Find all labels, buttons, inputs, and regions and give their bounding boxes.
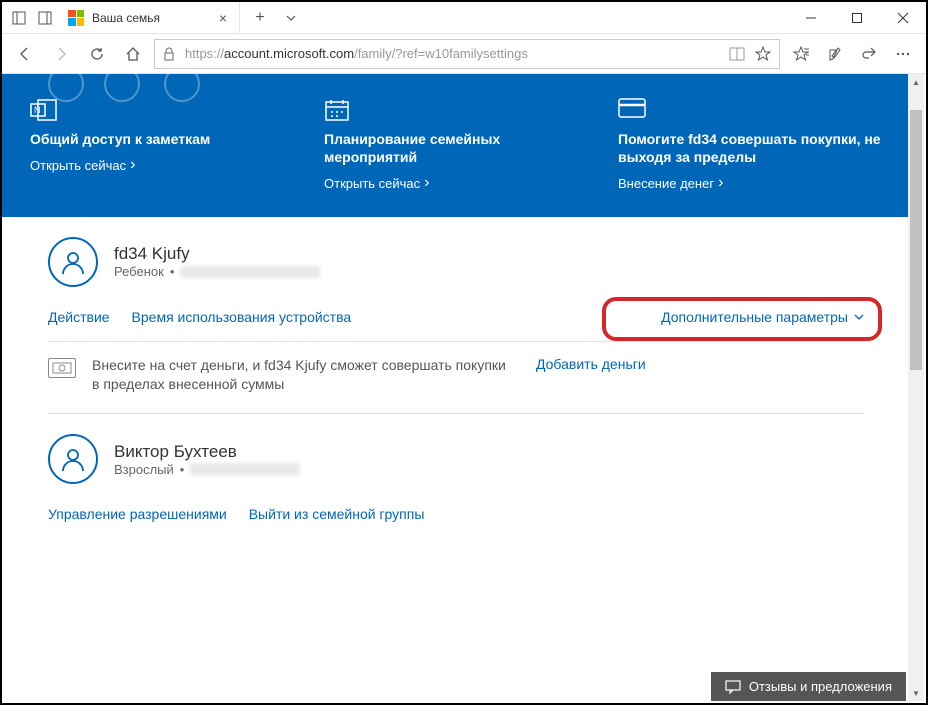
credit-card-icon	[618, 98, 646, 122]
mini-avatar	[48, 66, 84, 102]
refresh-button[interactable]	[82, 39, 112, 69]
favorites-hub-icon[interactable]	[786, 39, 816, 69]
window-titlebar: Ваша семья × +	[2, 2, 926, 34]
svg-text:N: N	[34, 105, 41, 115]
lock-icon	[163, 47, 177, 61]
family-members: fd34 Kjufy Ребенок• Действие Время испол…	[2, 217, 910, 540]
maximize-button[interactable]	[834, 2, 880, 34]
chat-icon	[725, 680, 741, 694]
hero-card-title: Планирование семейных мероприятий	[324, 130, 588, 166]
screen-time-link[interactable]: Время использования устройства	[132, 309, 352, 325]
browser-tab[interactable]: Ваша семья ×	[60, 2, 240, 34]
balance-row: Внесите на счет деньги, и fd34 Kjufy смо…	[48, 341, 864, 395]
toolbar-right	[786, 39, 918, 69]
reading-view-icon[interactable]	[729, 47, 745, 61]
minimize-button[interactable]	[788, 2, 834, 34]
avatar	[48, 237, 98, 287]
tab-aside-right-icon[interactable]	[34, 7, 56, 29]
vertical-scrollbar[interactable]: ▲ ▼	[908, 74, 924, 701]
member-role: Взрослый•	[114, 462, 300, 477]
avatar	[48, 434, 98, 484]
titlebar-left: Ваша семья × +	[2, 2, 302, 34]
member-actions: Действие Время использования устройства …	[48, 309, 864, 325]
family-member-adult: Виктор Бухтеев Взрослый• Управление разр…	[48, 434, 864, 540]
microsoft-logo-icon	[68, 10, 84, 26]
add-money-link[interactable]: Добавить деньги	[536, 356, 646, 372]
hero-card-title: Помогите fd34 совершать покупки, не выхо…	[618, 130, 882, 166]
tab-aside-left-icon[interactable]	[8, 7, 30, 29]
hero-card-link[interactable]: Открыть сейчас	[324, 174, 430, 192]
hero-avatars-row	[30, 66, 882, 78]
mini-avatar	[164, 66, 200, 102]
more-menu-icon[interactable]	[888, 39, 918, 69]
hero-card-title: Общий доступ к заметкам	[30, 130, 294, 148]
feedback-label: Отзывы и предложения	[749, 679, 892, 694]
manage-permissions-link[interactable]: Управление разрешениями	[48, 506, 227, 522]
share-icon[interactable]	[854, 39, 884, 69]
hero-card-notes: N Общий доступ к заметкам Открыть сейчас	[30, 98, 294, 193]
leave-family-link[interactable]: Выйти из семейной группы	[249, 506, 425, 522]
new-tab-button[interactable]: +	[244, 9, 276, 27]
member-email-redacted	[190, 463, 300, 475]
url-text: https://account.microsoft.com/family/?re…	[185, 46, 721, 61]
money-icon	[48, 358, 76, 378]
activity-link[interactable]: Действие	[48, 309, 110, 325]
member-role: Ребенок•	[114, 264, 320, 279]
member-name: fd34 Kjufy	[114, 244, 320, 264]
member-info: Виктор Бухтеев Взрослый•	[114, 442, 300, 477]
member-header: Виктор Бухтеев Взрослый•	[48, 434, 864, 484]
scroll-up-arrow[interactable]: ▲	[908, 74, 924, 90]
more-parameters-dropdown[interactable]: Дополнительные параметры	[661, 309, 864, 325]
calendar-icon	[324, 98, 352, 122]
close-tab-icon[interactable]: ×	[219, 10, 227, 26]
favorite-star-icon[interactable]	[755, 46, 771, 62]
close-window-button[interactable]	[880, 2, 926, 34]
onenote-icon: N	[30, 98, 58, 122]
tab-chevron-down-icon[interactable]	[280, 7, 302, 29]
hero-section: N Общий доступ к заметкам Открыть сейчас…	[2, 74, 910, 217]
hero-card-calendar: Планирование семейных мероприятий Открыт…	[324, 98, 588, 193]
member-name: Виктор Бухтеев	[114, 442, 300, 462]
notes-icon[interactable]	[820, 39, 850, 69]
addressbar-actions	[729, 46, 771, 62]
forward-button[interactable]	[46, 39, 76, 69]
member-actions: Управление разрешениями Выйти из семейно…	[48, 506, 864, 522]
hero-cards: N Общий доступ к заметкам Открыть сейчас…	[30, 98, 882, 193]
member-email-redacted	[180, 266, 320, 278]
home-button[interactable]	[118, 39, 148, 69]
balance-text: Внесите на счет деньги, и fd34 Kjufy смо…	[92, 356, 512, 395]
member-header: fd34 Kjufy Ребенок•	[48, 237, 864, 287]
family-member-child: fd34 Kjufy Ребенок• Действие Время испол…	[48, 237, 864, 414]
back-button[interactable]	[10, 39, 40, 69]
window-controls	[788, 2, 926, 34]
scroll-thumb[interactable]	[910, 110, 922, 370]
hero-card-link[interactable]: Открыть сейчас	[30, 156, 136, 174]
hero-card-payments: Помогите fd34 совершать покупки, не выхо…	[618, 98, 882, 193]
feedback-button[interactable]: Отзывы и предложения	[711, 672, 906, 701]
member-info: fd34 Kjufy Ребенок•	[114, 244, 320, 279]
address-bar[interactable]: https://account.microsoft.com/family/?re…	[154, 39, 780, 69]
mini-avatar	[104, 66, 140, 102]
hero-card-link[interactable]: Внесение денег	[618, 174, 723, 192]
scroll-down-arrow[interactable]: ▼	[908, 685, 924, 701]
tab-title: Ваша семья	[92, 11, 211, 25]
